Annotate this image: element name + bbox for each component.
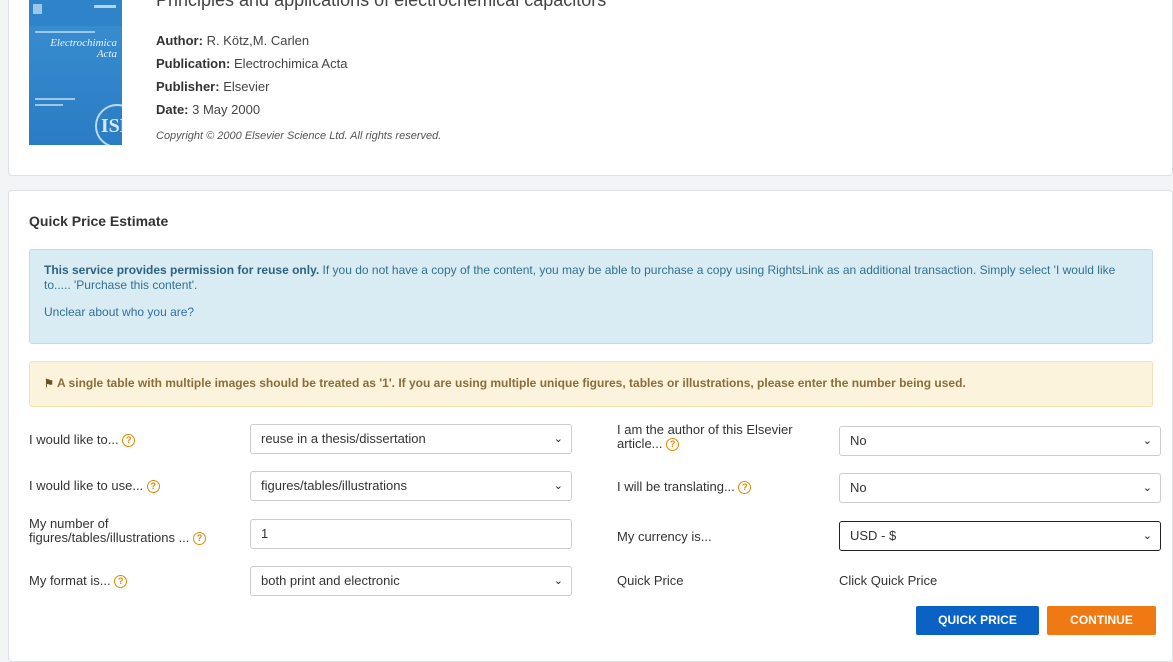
continue-button[interactable]: CONTINUE bbox=[1047, 606, 1156, 635]
publisher-row: Publisher: Elsevier bbox=[156, 79, 270, 94]
who-you-are-link[interactable]: who you are? bbox=[122, 305, 194, 319]
quick-price-button[interactable]: QUICK PRICE bbox=[916, 606, 1039, 635]
quick-price-value: Click Quick Price bbox=[839, 573, 938, 588]
flag-icon: ⚑ bbox=[44, 378, 54, 390]
author-of-article-label: I am the author of this Elsevier article… bbox=[617, 422, 793, 452]
date-value: 3 May 2000 bbox=[192, 102, 261, 117]
format-label: My format is... ? bbox=[29, 573, 128, 589]
translating-select[interactable]: No ⌄ bbox=[839, 473, 1161, 503]
number-of-figures-label: My number of figures/tables/illustration… bbox=[29, 517, 207, 546]
ise-seal: ISE bbox=[95, 104, 122, 145]
help-icon[interactable]: ? bbox=[193, 532, 207, 546]
help-icon[interactable]: ? bbox=[146, 480, 160, 494]
author-of-article-select[interactable]: No ⌄ bbox=[839, 426, 1161, 456]
chevron-down-icon: ⌄ bbox=[553, 575, 563, 587]
chevron-down-icon: ⌄ bbox=[1142, 482, 1152, 494]
would-like-to-use-select[interactable]: figures/tables/illustrations ⌄ bbox=[250, 471, 572, 501]
chevron-down-icon: ⌄ bbox=[553, 433, 563, 445]
info-alert: This service provides permission for reu… bbox=[29, 249, 1153, 344]
date-row: Date: 3 May 2000 bbox=[156, 102, 261, 117]
would-like-to-label: I would like to... ? bbox=[29, 432, 136, 448]
publication-row: Publication: Electrochimica Acta bbox=[156, 56, 348, 71]
would-like-to-select[interactable]: reuse in a thesis/dissertation ⌄ bbox=[250, 424, 572, 454]
quick-price-label: Quick Price bbox=[617, 573, 684, 588]
journal-cover-image: Electrochimica Acta ISE bbox=[29, 0, 122, 145]
publisher-value: Elsevier bbox=[223, 79, 270, 94]
currency-label: My currency is... bbox=[617, 529, 712, 544]
chevron-down-icon: ⌄ bbox=[1142, 435, 1152, 447]
quick-price-card: Quick Price Estimate This service provid… bbox=[8, 190, 1173, 662]
number-of-figures-input[interactable]: 1 bbox=[250, 519, 572, 549]
copyright-notice: Copyright © 2000 Elsevier Science Ltd. A… bbox=[156, 130, 442, 142]
author-value: R. Kötz,M. Carlen bbox=[206, 33, 310, 48]
help-icon[interactable]: ? bbox=[666, 438, 680, 452]
article-title: Principles and applications of electroch… bbox=[156, 0, 607, 10]
author-row: Author: R. Kötz,M. Carlen bbox=[156, 33, 310, 48]
publication-value: Electrochimica Acta bbox=[234, 56, 348, 71]
chevron-down-icon: ⌄ bbox=[553, 480, 563, 492]
section-title: Quick Price Estimate bbox=[29, 213, 169, 229]
article-card: Electrochimica Acta ISE Principles and a… bbox=[8, 0, 1173, 176]
help-icon[interactable]: ? bbox=[114, 575, 128, 589]
format-select[interactable]: both print and electronic ⌄ bbox=[250, 566, 572, 596]
translating-label: I will be translating... ? bbox=[617, 479, 752, 495]
currency-select[interactable]: USD - $ ⌄ bbox=[839, 521, 1161, 551]
help-icon[interactable]: ? bbox=[738, 481, 752, 495]
would-like-to-use-label: I would like to use... ? bbox=[29, 478, 160, 494]
chevron-down-icon: ⌄ bbox=[1142, 530, 1152, 542]
help-icon[interactable]: ? bbox=[122, 434, 136, 448]
warning-alert: ⚑ A single table with multiple images sho… bbox=[29, 361, 1153, 407]
